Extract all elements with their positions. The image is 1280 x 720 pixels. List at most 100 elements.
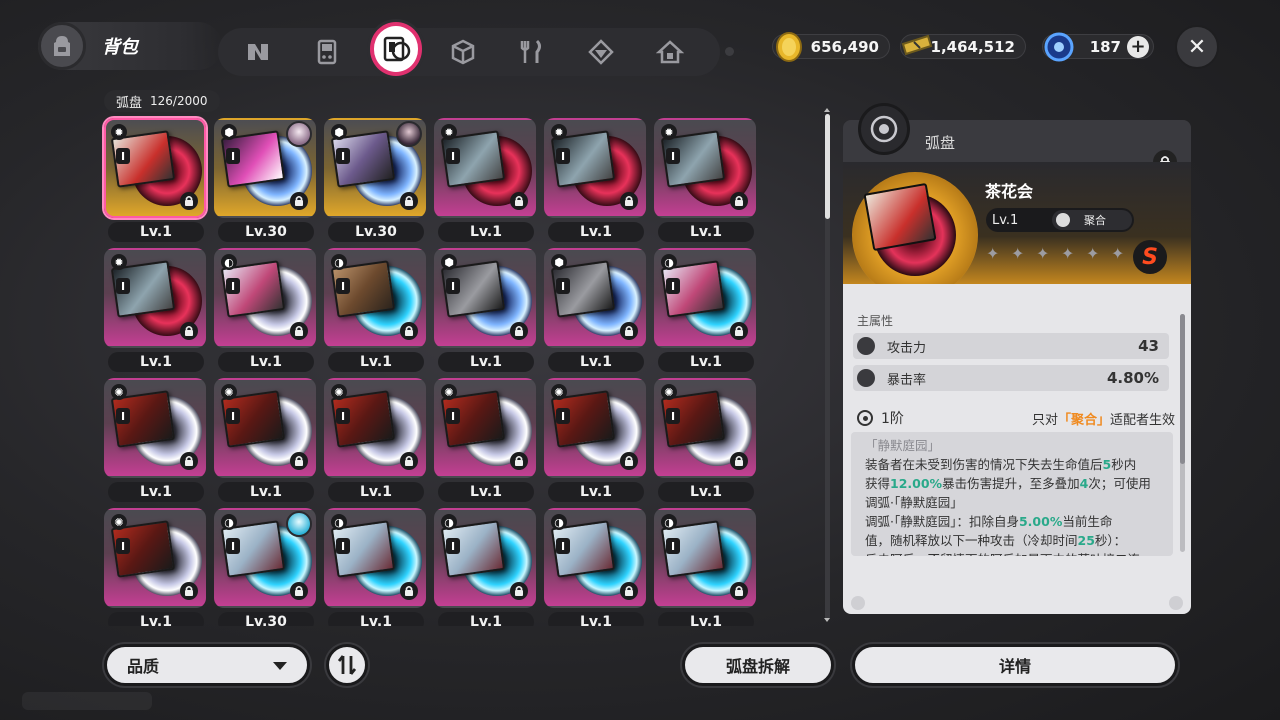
disc-card[interactable]: ⬢ I Lv.30	[214, 118, 316, 242]
disc-card[interactable]: ✺ I Lv.1	[104, 378, 206, 502]
currency-polychrome: 187 +	[1042, 32, 1154, 62]
disc-card[interactable]: ✺ I Lv.1	[434, 378, 536, 502]
disc-card[interactable]: ◑ I Lv.1	[654, 248, 756, 372]
disc-level: Lv.1	[108, 482, 204, 502]
lock-icon[interactable]	[620, 452, 638, 470]
currency-tickets: 1,464,512	[900, 34, 1026, 59]
star-icon: ✦	[1036, 244, 1050, 263]
disc-card[interactable]: ✹ I Lv.1	[544, 118, 646, 242]
detail-scrollbar-thumb[interactable]	[1180, 314, 1185, 464]
inventory-scrollbar[interactable]	[825, 114, 830, 620]
rank-badge: I	[666, 538, 680, 554]
rank-badge: I	[116, 538, 130, 554]
disc-level: Lv.1	[108, 352, 204, 372]
lock-icon[interactable]	[730, 322, 748, 340]
disc-card[interactable]: ✺ I Lv.1	[214, 378, 316, 502]
lock-icon[interactable]	[400, 582, 418, 600]
scroll-up-arrow[interactable]	[824, 108, 830, 112]
food-tab[interactable]	[513, 33, 550, 71]
disc-card[interactable]: ◑ I Lv.1	[434, 508, 536, 626]
tickets-amount: 1,464,512	[930, 37, 1015, 56]
disc-card[interactable]: ✹ I Lv.1	[434, 118, 536, 242]
disc-type-icon: ◑	[331, 514, 347, 530]
lock-icon[interactable]	[290, 452, 308, 470]
disc-card[interactable]: ✺ I Lv.1	[544, 378, 646, 502]
set-effect-description[interactable]: 「静默庭园」 装备者在未受到伤害的情况下失去生命值后5秒内 获得12.00%暴击伤…	[851, 432, 1173, 556]
lock-icon[interactable]	[620, 322, 638, 340]
lock-icon[interactable]	[180, 192, 198, 210]
equipped-agent-avatar	[396, 121, 422, 147]
agents-tab[interactable]	[240, 33, 277, 71]
lock-icon[interactable]	[620, 192, 638, 210]
dennies-coin-icon	[771, 29, 807, 65]
lock-icon[interactable]	[510, 192, 528, 210]
lock-icon[interactable]	[180, 582, 198, 600]
disc-card[interactable]: ⬢ I Lv.30	[324, 118, 426, 242]
star-icon: ✦	[1061, 244, 1075, 263]
home-tab[interactable]	[651, 33, 688, 71]
disc-card[interactable]: ⬢ I Lv.1	[434, 248, 536, 372]
disc-tile: ✺ I	[654, 378, 756, 478]
lock-icon[interactable]	[180, 322, 198, 340]
disc-tile: ✹ I	[434, 118, 536, 218]
disc-type-icon: ⬢	[551, 254, 567, 270]
lock-icon[interactable]	[400, 322, 418, 340]
detail-scrollbar[interactable]	[1180, 314, 1185, 552]
disc-card[interactable]: ◑ I Lv.1	[324, 508, 426, 626]
selected-disc-cover	[863, 182, 937, 252]
close-button[interactable]: ✕	[1175, 25, 1219, 69]
lock-icon[interactable]	[290, 582, 308, 600]
disc-card[interactable]: ✺ I Lv.1	[104, 508, 206, 626]
details-button[interactable]: 详情	[852, 644, 1178, 686]
disc-card[interactable]: ◑ I Lv.1	[324, 248, 426, 372]
disc-level: Lv.1	[328, 352, 424, 372]
lock-icon[interactable]	[730, 582, 748, 600]
disc-type-icon: ⬢	[441, 254, 457, 270]
disc-level: Lv.1	[548, 612, 644, 626]
lock-icon[interactable]	[510, 582, 528, 600]
disc-tile: ✹ I	[654, 118, 756, 218]
dismantle-button[interactable]: 弧盘拆解	[682, 644, 834, 686]
lock-icon[interactable]	[290, 192, 308, 210]
lock-icon[interactable]	[730, 452, 748, 470]
lock-icon[interactable]	[400, 192, 418, 210]
main-stats-label: 主属性	[857, 314, 894, 328]
disc-card[interactable]: ◑ I Lv.1	[544, 508, 646, 626]
disc-level: Lv.1	[438, 222, 534, 242]
scroll-down-arrow[interactable]	[824, 618, 830, 622]
disc-type-icon: ✺	[441, 384, 457, 400]
disc-card[interactable]: ✺ I Lv.1	[654, 378, 756, 502]
disc-card[interactable]: ✹ I Lv.1	[104, 118, 206, 242]
disc-card[interactable]: ◑ I Lv.30	[214, 508, 316, 626]
disc-level: Lv.1	[548, 352, 644, 372]
disc-type-icon: ✹	[551, 124, 567, 140]
disc-tile: ✺ I	[324, 378, 426, 478]
attack-icon	[857, 337, 875, 355]
materials-tab[interactable]	[444, 33, 481, 71]
lock-icon[interactable]	[290, 322, 308, 340]
drive-discs-tab[interactable]	[369, 22, 423, 76]
bangboo-tab[interactable]	[309, 33, 346, 71]
rank-badge: I	[666, 408, 680, 424]
disc-card[interactable]: ◑ I Lv.1	[654, 508, 756, 626]
chevron-down-icon	[273, 662, 287, 670]
disc-card[interactable]: ✹ I Lv.1	[104, 248, 206, 372]
disc-tile: ◑ I	[544, 508, 646, 608]
disc-card[interactable]: ✹ I Lv.1	[654, 118, 756, 242]
lock-icon[interactable]	[180, 452, 198, 470]
lock-icon[interactable]	[510, 452, 528, 470]
lock-icon[interactable]	[730, 192, 748, 210]
disc-card[interactable]: ◐ I Lv.1	[214, 248, 316, 372]
w-engines-tab[interactable]	[582, 33, 619, 71]
sort-dropdown[interactable]: 品质	[104, 644, 310, 686]
lock-icon[interactable]	[400, 452, 418, 470]
disc-card[interactable]: ✺ I Lv.1	[324, 378, 426, 502]
disc-level: Lv.30	[328, 222, 424, 242]
scrollbar-thumb[interactable]	[825, 114, 830, 219]
disc-card[interactable]: ⬢ I Lv.1	[544, 248, 646, 372]
lock-icon[interactable]	[620, 582, 638, 600]
add-polychrome-button[interactable]: +	[1127, 35, 1149, 58]
disc-level: Lv.1	[328, 612, 424, 626]
lock-icon[interactable]	[510, 322, 528, 340]
sort-order-button[interactable]	[326, 644, 368, 686]
